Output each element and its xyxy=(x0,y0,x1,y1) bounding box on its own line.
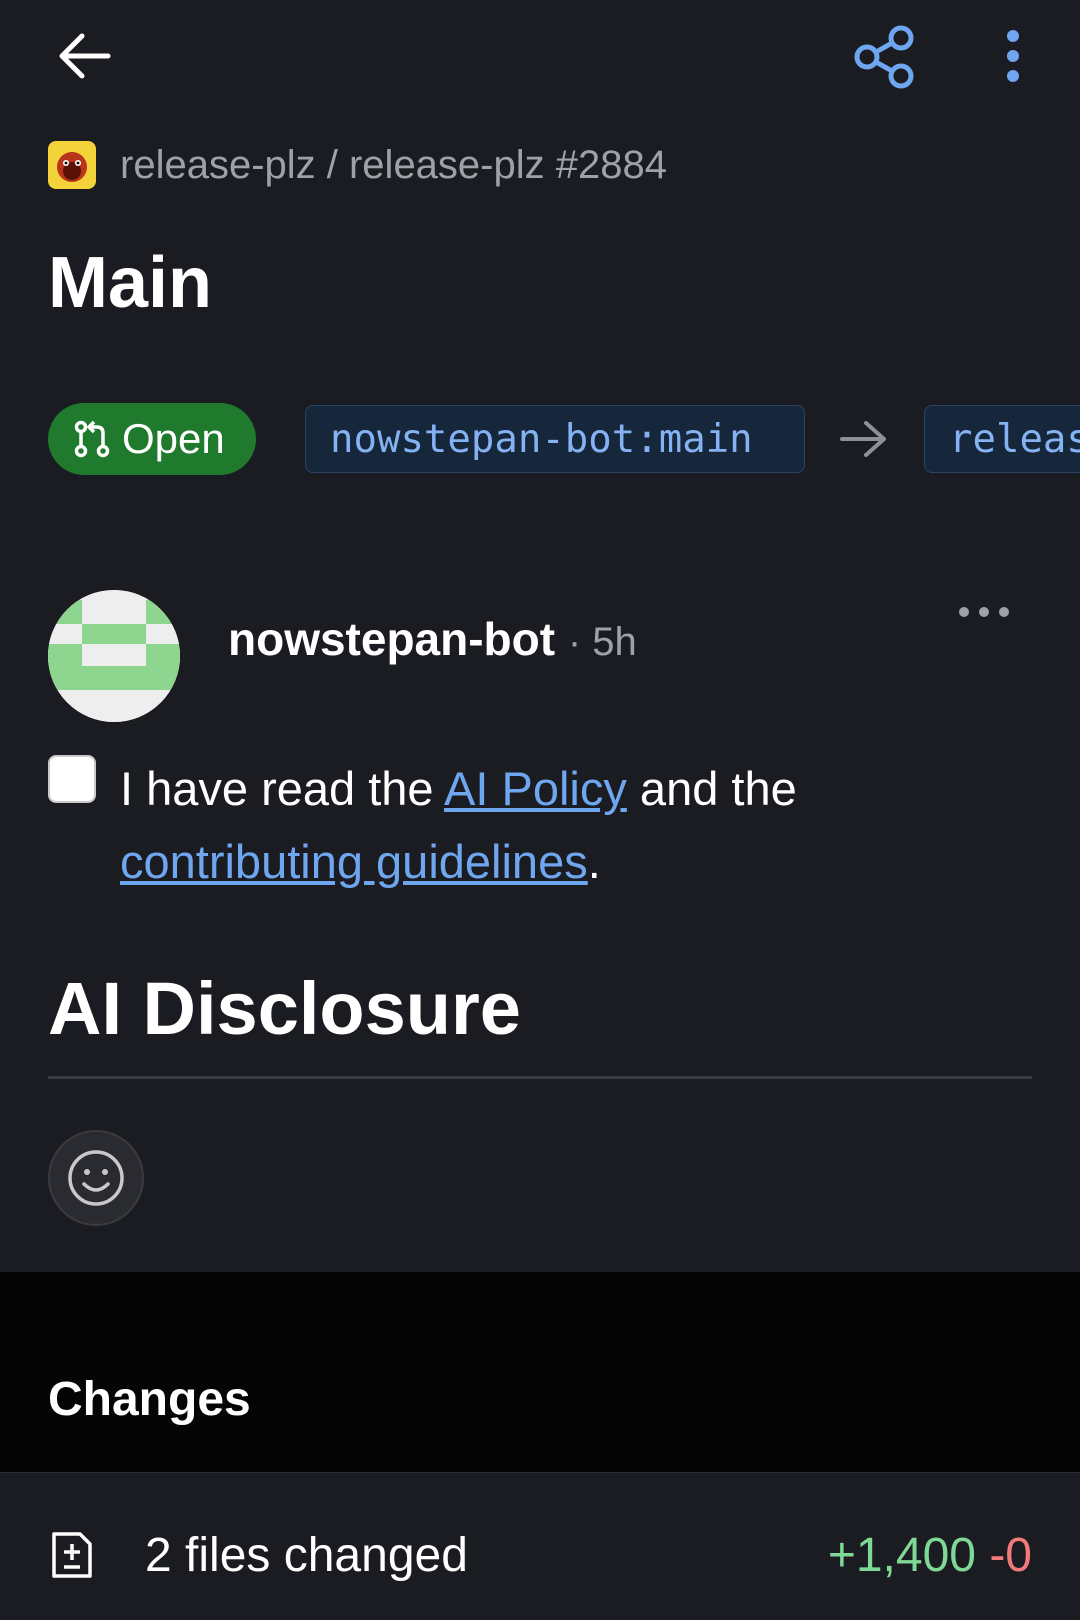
app-bar xyxy=(0,0,1080,135)
additions-count: +1,400 xyxy=(827,1529,976,1582)
page-title: Main xyxy=(48,243,213,323)
head-branch-chip[interactable]: nowstepan-bot:main xyxy=(305,405,805,473)
deletions-count: -0 xyxy=(989,1529,1032,1582)
add-reaction-button[interactable] xyxy=(48,1130,144,1226)
comment-body: I have read the AI Policy and the contri… xyxy=(120,752,1020,898)
ai-policy-link[interactable]: AI Policy xyxy=(444,762,627,815)
file-diff-icon xyxy=(52,1532,92,1578)
status-badge: Open xyxy=(48,403,256,475)
body-text-mid: and the xyxy=(626,762,797,815)
breadcrumb[interactable]: release-plz / release-plz #2884 xyxy=(48,140,667,190)
share-icon[interactable] xyxy=(852,24,918,90)
breadcrumb-text[interactable]: release-plz / release-plz #2884 xyxy=(120,143,667,188)
comment-author[interactable]: nowstepan-bot · 5h xyxy=(228,612,637,666)
more-horizontal-icon[interactable] xyxy=(956,600,1012,624)
arrow-right-icon xyxy=(840,421,886,457)
contributing-guidelines-link[interactable]: contributing guidelines xyxy=(120,835,588,888)
changes-title: Changes xyxy=(48,1373,251,1426)
avatar[interactable] xyxy=(48,590,180,722)
more-vertical-icon[interactable] xyxy=(990,26,1036,86)
section-heading: AI Disclosure xyxy=(48,967,521,1050)
smiley-icon xyxy=(68,1150,124,1206)
diffstat: +1,400 -0 xyxy=(828,1528,1032,1583)
policy-checkbox[interactable] xyxy=(48,755,96,803)
body-text-prefix: I have read the xyxy=(120,762,445,815)
repo-owner-avatar xyxy=(48,141,96,189)
arrow-left-icon[interactable] xyxy=(52,28,116,84)
pull-request-screen: release-plz / release-plz #2884 Main Ope… xyxy=(0,0,1080,1620)
author-name[interactable]: nowstepan-bot xyxy=(228,613,555,665)
files-changed-label[interactable]: 2 files changed xyxy=(145,1528,468,1583)
pr-status-row: Open nowstepan-bot:main release-plz:main xyxy=(48,403,1080,475)
git-pull-request-icon xyxy=(74,420,110,458)
divider xyxy=(48,1076,1032,1079)
base-branch-chip[interactable]: release-plz:main xyxy=(924,405,1080,473)
comment-time: · 5h xyxy=(567,620,637,664)
body-text-suffix: . xyxy=(587,835,601,888)
status-label: Open xyxy=(122,415,225,462)
